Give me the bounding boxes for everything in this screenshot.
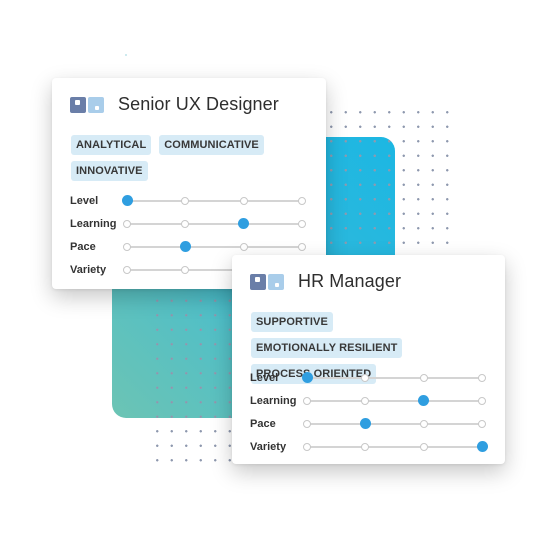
trait-tag: INNOVATIVE (71, 161, 148, 181)
slider-stop[interactable] (303, 396, 311, 405)
trait-tags: ANALYTICAL COMMUNICATIVE INNOVATIVE (71, 135, 311, 181)
slider-label: Pace (250, 417, 276, 430)
slider-label: Pace (70, 240, 96, 253)
trait-tag: SUPPORTIVE (251, 312, 333, 332)
slider-knob[interactable] (238, 218, 250, 229)
role-icon-light-square (268, 273, 284, 290)
slider-stop[interactable] (361, 442, 370, 451)
role-icon-light-square (88, 96, 104, 113)
role-icon-dark-square (250, 273, 266, 290)
slider-label: Variety (250, 440, 287, 453)
slider-stop[interactable] (123, 242, 131, 251)
attribute-sliders: Level Learning Pace Variety (250, 366, 490, 458)
slider-stop[interactable] (419, 442, 428, 451)
slider-row-variety: Variety (250, 435, 490, 458)
role-icon-dark-square (70, 96, 86, 113)
slider-row-level: Level (70, 189, 310, 212)
learning-slider[interactable] (123, 218, 306, 230)
slider-knob[interactable] (359, 418, 371, 429)
slider-stop[interactable] (298, 219, 306, 228)
card-title: Senior UX Designer (118, 94, 279, 114)
slider-stop[interactable] (303, 442, 311, 451)
slider-knob[interactable] (301, 372, 313, 383)
slider-stop[interactable] (181, 219, 190, 228)
role-card-hr-manager: HR Manager SUPPORTIVE EMOTIONALLY RESILI… (232, 255, 505, 464)
level-slider[interactable] (121, 195, 306, 207)
slider-row-level: Level (250, 366, 490, 389)
slider-knob[interactable] (418, 395, 430, 406)
slider-stop[interactable] (239, 196, 248, 205)
learning-slider[interactable] (303, 395, 486, 407)
slider-stop[interactable] (478, 373, 486, 382)
slider-stop[interactable] (478, 419, 486, 428)
slider-stop[interactable] (239, 242, 248, 251)
slider-stop[interactable] (361, 396, 370, 405)
slider-knob[interactable] (476, 441, 488, 452)
pace-slider[interactable] (123, 241, 306, 253)
slider-row-learning: Learning (250, 389, 490, 412)
slider-stop[interactable] (303, 419, 311, 428)
level-slider[interactable] (301, 372, 486, 384)
slider-label: Level (250, 371, 279, 384)
card-header: Senior UX Designer (70, 94, 279, 115)
slider-stop[interactable] (478, 396, 486, 405)
card-title: HR Manager (298, 271, 402, 291)
card-header: HR Manager (250, 271, 401, 292)
slider-stop[interactable] (298, 242, 306, 251)
slider-label: Level (70, 194, 99, 207)
slider-label: Learning (70, 217, 117, 230)
slider-stop[interactable] (298, 196, 306, 205)
role-card-icon (70, 96, 104, 113)
trait-tag: ANALYTICAL (71, 135, 152, 155)
slider-stop[interactable] (123, 219, 131, 228)
slider-stop[interactable] (361, 373, 370, 382)
slider-stop[interactable] (181, 265, 190, 274)
slider-row-learning: Learning (70, 212, 310, 235)
slider-knob[interactable] (121, 195, 133, 206)
slider-knob[interactable] (179, 241, 191, 252)
slider-label: Variety (70, 263, 107, 276)
slider-label: Learning (250, 394, 297, 407)
slider-row-pace: Pace (250, 412, 490, 435)
trait-tag: EMOTIONALLY RESILIENT (251, 338, 403, 358)
pace-slider[interactable] (303, 418, 486, 430)
decorative-dot (125, 54, 127, 56)
trait-tag: COMMUNICATIVE (159, 135, 264, 155)
role-card-icon (250, 273, 284, 290)
slider-stop[interactable] (419, 373, 428, 382)
slider-stop[interactable] (181, 196, 190, 205)
variety-slider[interactable] (303, 441, 488, 453)
slider-stop[interactable] (419, 419, 428, 428)
slider-stop[interactable] (123, 265, 131, 274)
